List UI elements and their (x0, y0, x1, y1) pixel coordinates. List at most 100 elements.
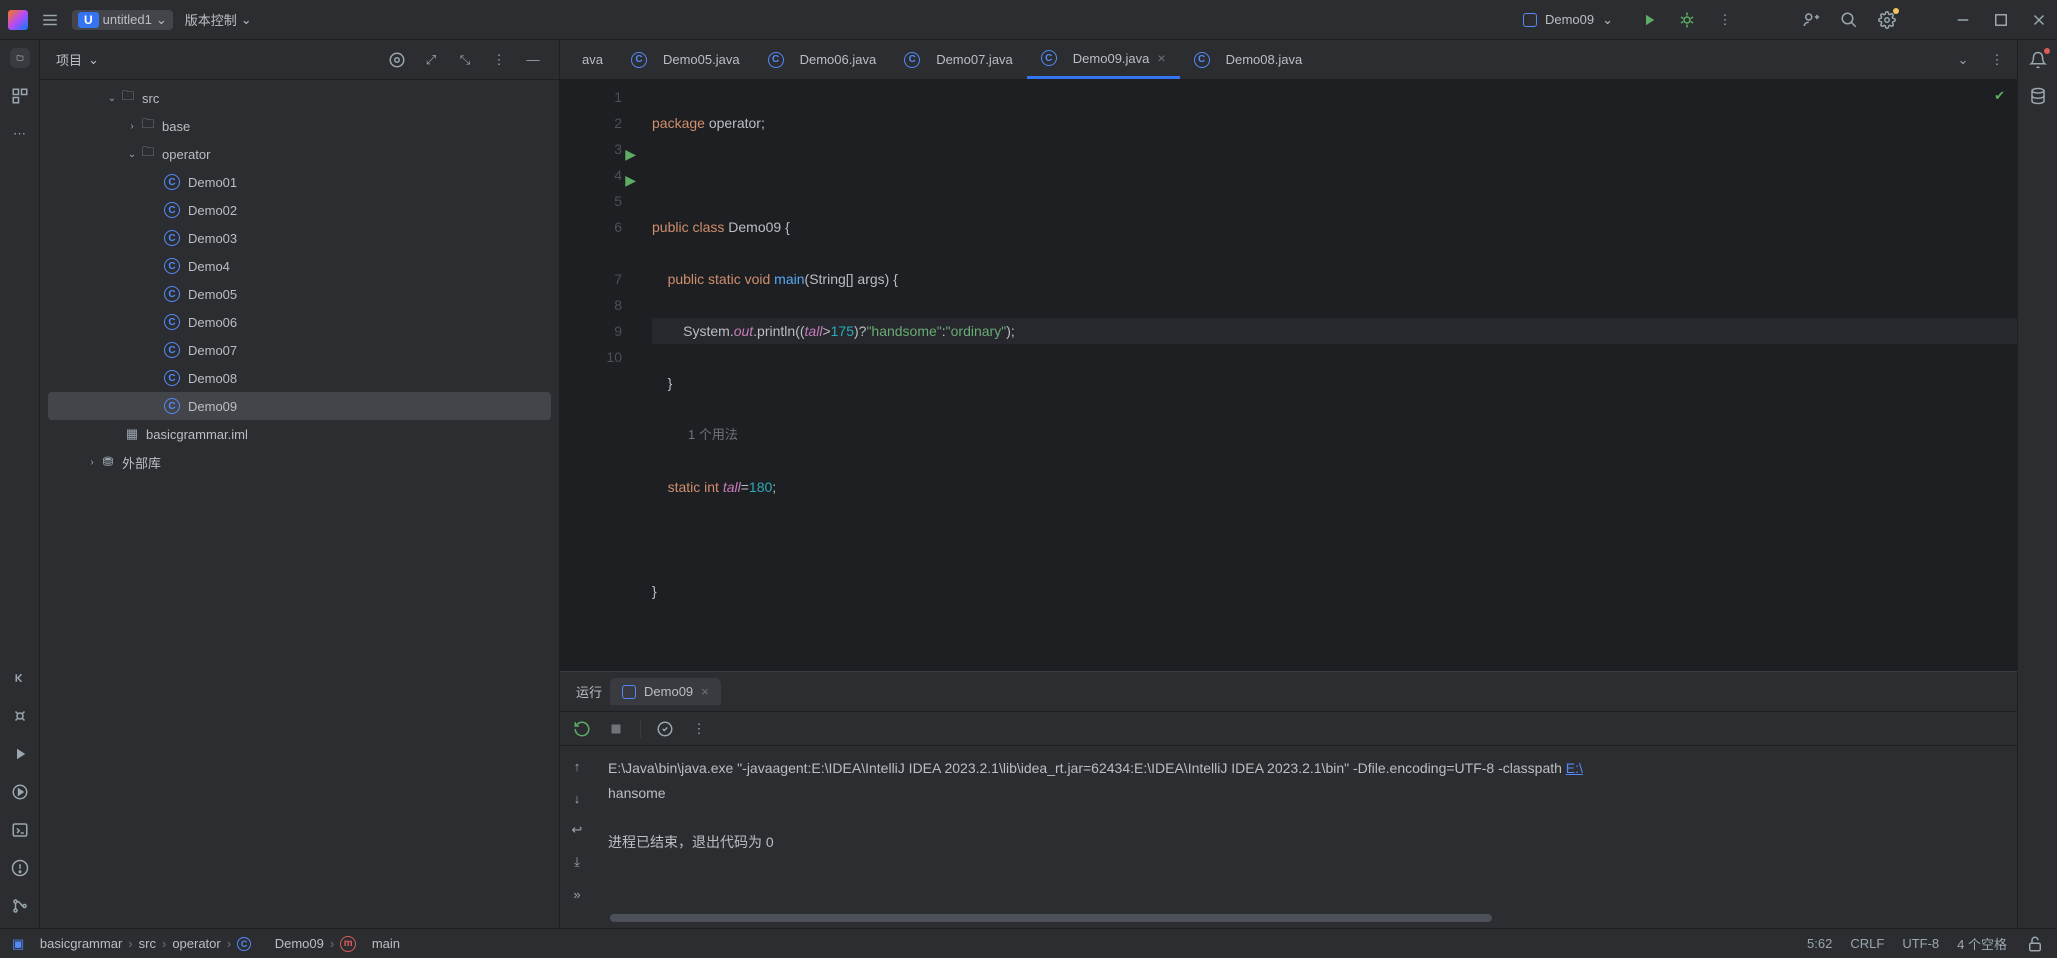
more-actions-icon[interactable]: ⋮ (1715, 10, 1735, 30)
tab-list-icon[interactable]: ⌄ (1953, 50, 1973, 70)
tree-class-item[interactable]: CDemo02 (40, 196, 559, 224)
line-separator[interactable]: CRLF (1850, 936, 1884, 951)
project-panel-title[interactable]: 项目 ⌄ (56, 50, 99, 69)
more-tool-icon[interactable]: ⋯ (10, 124, 30, 144)
vcs-label: 版本控制 (185, 10, 237, 29)
inspection-ok-icon[interactable]: ✔ (1994, 88, 2005, 104)
project-letter-badge: U (78, 12, 99, 28)
tree-class-item[interactable]: CDemo03 (40, 224, 559, 252)
close-icon[interactable] (2029, 10, 2049, 30)
editor-gutter: 1 2 3▶ 4▶ 5 6 7 8 9 10 (560, 80, 640, 671)
tab-options-icon[interactable]: ⋮ (1987, 50, 2007, 70)
gutter-run-icon[interactable]: ▶ (625, 141, 636, 167)
tree-class-item[interactable]: CDemo4 (40, 252, 559, 280)
notifications-icon[interactable] (2028, 50, 2048, 70)
stop-icon[interactable] (606, 719, 626, 739)
settings-icon[interactable] (1877, 10, 1897, 30)
services-tool-icon[interactable] (10, 782, 30, 802)
tree-class-item[interactable]: CDemo06 (40, 308, 559, 336)
breadcrumb-item[interactable]: C Demo09 (237, 936, 324, 951)
collapse-all-icon[interactable]: ⤡ (455, 50, 475, 70)
project-tree: ⌄🗀src ›🗀base ⌄🗀operator CDemo01 CDemo02 … (40, 80, 559, 928)
chevron-down-icon: ⌄ (156, 12, 167, 28)
structure-tool-icon[interactable] (10, 86, 30, 106)
rerun-icon[interactable] (572, 719, 592, 739)
readonly-lock-icon[interactable] (2025, 934, 2045, 954)
console-output[interactable]: E:\Java\bin\java.exe "-javaagent:E:\IDEA… (594, 746, 2017, 914)
editor-tab[interactable]: CDemo07.java (890, 40, 1027, 79)
console-options-icon[interactable]: ⋮ (689, 719, 709, 739)
chevron-down-icon: ⌄ (241, 12, 252, 28)
usage-hint[interactable]: 1 个用法 (652, 422, 2017, 448)
git-tool-icon[interactable] (10, 896, 30, 916)
gutter-run-icon[interactable]: ▶ (625, 167, 636, 193)
tree-class-item-selected[interactable]: CDemo09 (48, 392, 551, 420)
tree-file-iml[interactable]: ▦basicgrammar.iml (40, 420, 559, 448)
terminal-tool-icon[interactable] (10, 820, 30, 840)
breadcrumb-item[interactable]: operator (172, 936, 220, 951)
filter-icon[interactable] (655, 719, 675, 739)
tree-folder-operator[interactable]: ⌄🗀operator (40, 140, 559, 168)
tree-folder-base[interactable]: ›🗀base (40, 112, 559, 140)
class-icon: C (1194, 52, 1210, 68)
vcs-menu[interactable]: 版本控制 ⌄ (185, 10, 252, 29)
run-icon[interactable] (1639, 10, 1659, 30)
editor-tab-active[interactable]: CDemo09.java× (1027, 40, 1180, 79)
project-selector[interactable]: U untitled1 ⌄ (72, 10, 173, 30)
breadcrumb-item[interactable]: src (139, 936, 156, 951)
main-menu-icon[interactable] (40, 10, 60, 30)
minimize-icon[interactable] (1953, 10, 1973, 30)
editor-tab[interactable]: CDemo05.java (617, 40, 754, 79)
build-tool-icon[interactable] (10, 668, 30, 688)
project-tool-icon[interactable] (10, 48, 30, 68)
class-icon: C (904, 52, 920, 68)
soft-wrap-icon[interactable]: ↩ (567, 820, 587, 840)
panel-options-icon[interactable]: ⋮ (489, 50, 509, 70)
expand-icon[interactable]: » (567, 884, 587, 904)
tree-class-item[interactable]: CDemo05 (40, 280, 559, 308)
tree-class-item[interactable]: CDemo07 (40, 336, 559, 364)
run-tool-icon[interactable] (10, 744, 30, 764)
hide-panel-icon[interactable]: — (523, 50, 543, 70)
code-with-me-icon[interactable] (1801, 10, 1821, 30)
editor-tab[interactable]: CDemo08.java (1180, 40, 1317, 79)
file-encoding[interactable]: UTF-8 (1902, 936, 1939, 951)
close-tab-icon[interactable]: × (1157, 50, 1165, 66)
chevron-down-icon: ⌄ (88, 52, 99, 68)
tree-class-item[interactable]: CDemo01 (40, 168, 559, 196)
up-icon[interactable]: ↑ (567, 756, 587, 776)
breadcrumb-item[interactable]: m main (340, 936, 400, 952)
console-hscroll[interactable] (560, 914, 2017, 928)
debug-tool-icon[interactable] (10, 706, 30, 726)
app-logo-icon (8, 10, 28, 30)
tree-class-item[interactable]: CDemo08 (40, 364, 559, 392)
run-config-icon (1523, 13, 1537, 27)
tree-folder-src[interactable]: ⌄🗀src (40, 84, 559, 112)
expand-all-icon[interactable]: ⤢ (421, 50, 441, 70)
code-content[interactable]: package operator; public class Demo09 { … (640, 80, 2017, 671)
run-panel-label: 运行 (576, 682, 602, 701)
console-link[interactable]: E:\ (1566, 760, 1583, 776)
indent-settings[interactable]: 4 个空格 (1957, 934, 2007, 953)
tree-ext-libs[interactable]: ›⛃外部库 (40, 448, 559, 476)
breadcrumb-bar: ▣ basicgrammar › src › operator › C Demo… (0, 928, 2057, 958)
left-tool-rail: ⋯ (0, 40, 40, 928)
database-tool-icon[interactable] (2028, 86, 2048, 106)
editor-tab[interactable]: CDemo06.java (754, 40, 891, 79)
run-config-selector[interactable]: Demo09 ⌄ (1515, 8, 1621, 32)
code-editor[interactable]: ✔ 1 2 3▶ 4▶ 5 6 7 8 9 10 package operato… (560, 80, 2017, 671)
run-console: 运行 Demo09 × ⋮ ↑ (560, 671, 2017, 928)
editor-tab-partial[interactable]: ava (568, 40, 617, 79)
scroll-end-icon[interactable]: ⤓ (567, 852, 587, 872)
run-config-icon (622, 685, 636, 699)
class-icon: C (1041, 50, 1057, 66)
caret-position[interactable]: 5:62 (1807, 936, 1832, 951)
problems-tool-icon[interactable] (10, 858, 30, 878)
maximize-icon[interactable] (1991, 10, 2011, 30)
debug-icon[interactable] (1677, 10, 1697, 30)
search-icon[interactable] (1839, 10, 1859, 30)
down-icon[interactable]: ↓ (567, 788, 587, 808)
select-opened-icon[interactable] (387, 50, 407, 70)
class-icon: C (631, 52, 647, 68)
breadcrumb-item[interactable]: ▣ basicgrammar (12, 936, 122, 952)
